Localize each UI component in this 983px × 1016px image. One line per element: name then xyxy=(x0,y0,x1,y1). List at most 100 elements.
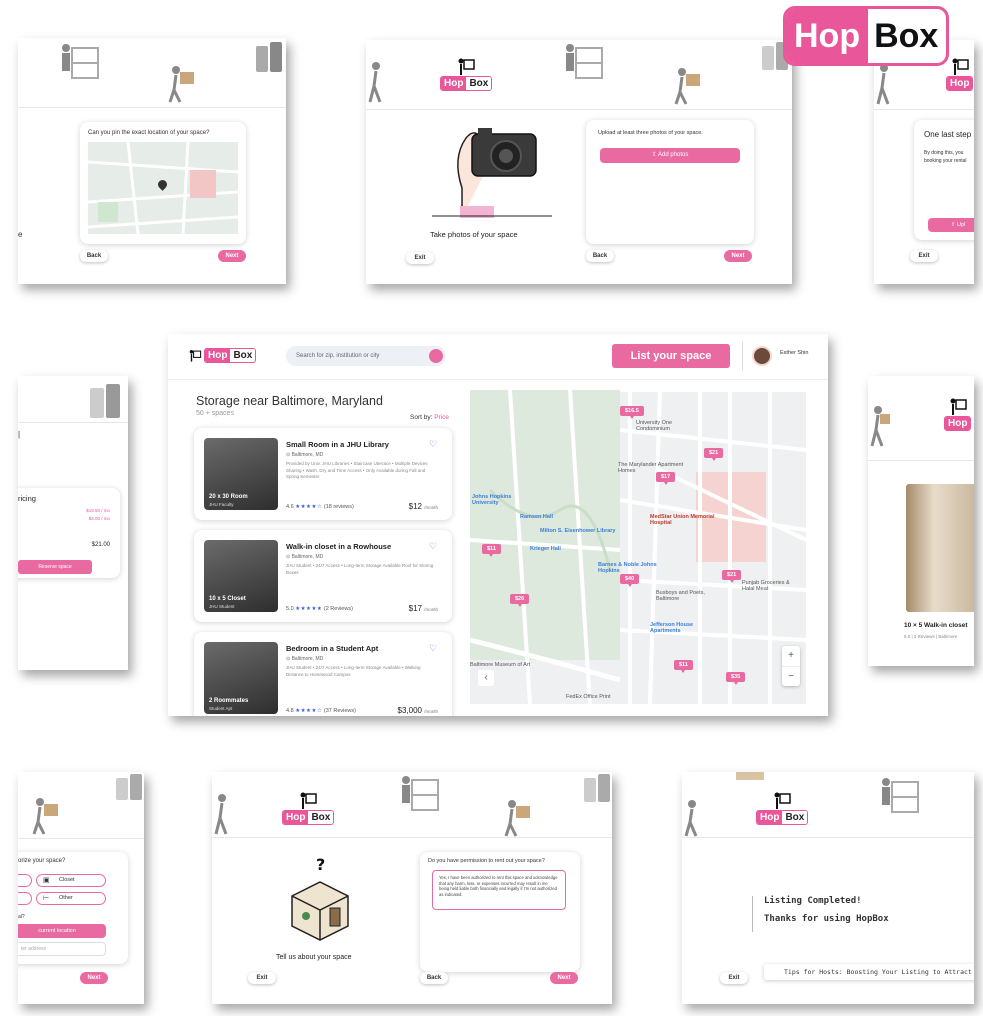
map-label-krieger: Krieger Hall xyxy=(530,546,561,552)
map-label-jhu: Johns Hopkins University xyxy=(472,494,512,506)
favorite-heart-icon[interactable]: ♡ xyxy=(429,542,438,551)
back-button[interactable]: Back xyxy=(586,250,614,262)
header-divider xyxy=(18,838,144,839)
hopbox-mini-logo: Hop Box xyxy=(756,792,809,825)
hopbox-brand-logo: Hop Box xyxy=(783,6,949,66)
back-button[interactable]: Back xyxy=(420,972,448,984)
listing-location: ⊙ Baltimore, MD xyxy=(286,656,323,662)
listing-photo-caption: 10 x 5 Closet xyxy=(209,596,246,602)
side-fragment: | xyxy=(18,430,21,439)
results-map[interactable]: Johns Hopkins University Ramsen Hall Mil… xyxy=(470,390,806,704)
option-closet[interactable]: ▣ Closet xyxy=(36,874,106,887)
reserve-space-button[interactable]: Reserve space xyxy=(18,560,92,574)
logo-box: Box xyxy=(308,811,334,824)
tips-link-label: Tips for Hosts: Boosting Your Listing to… xyxy=(784,968,974,976)
map-price-pin[interactable]: $21 xyxy=(722,570,742,583)
map-label-museum: Baltimore Museum of Art xyxy=(470,662,531,668)
rating-stars: ★★★★☆ xyxy=(295,708,323,714)
favorite-heart-icon[interactable]: ♡ xyxy=(429,440,438,449)
listing-title: Small Room in a JHU Library xyxy=(286,440,389,449)
screen-header xyxy=(18,38,286,108)
option-other[interactable]: ⊢ Other xyxy=(36,892,106,905)
map-price-pin[interactable]: $11 xyxy=(482,544,501,557)
listing-rating: 4.6 ★★★★☆ (18 reviews) xyxy=(286,504,354,510)
top-nav: Hop Box Search for zip, institution or ci… xyxy=(168,334,828,380)
permission-caption: Tell us about your space xyxy=(276,954,352,961)
box-person-icon xyxy=(300,792,317,809)
other-icon: ⊢ xyxy=(43,895,50,902)
luggage-icon xyxy=(90,384,120,418)
map-price-pin[interactable]: $11 xyxy=(674,660,693,673)
use-current-location-button[interactable]: current location xyxy=(18,924,106,938)
listing-location-text: Baltimore, MD xyxy=(291,656,324,662)
camera-hand-illustration xyxy=(432,128,552,218)
completed-title: Listing Completed! xyxy=(764,896,862,906)
listing-photo-caption: 2 Roommates xyxy=(209,698,249,704)
listing-card[interactable]: 10 x 5 Closet JHU Student Walk-in closet i… xyxy=(194,530,452,622)
exit-button[interactable]: Exit xyxy=(248,972,276,984)
next-button[interactable]: Next xyxy=(724,250,752,262)
exit-button[interactable]: Exit xyxy=(406,252,434,264)
map-prev-arrow-icon[interactable]: ‹ xyxy=(478,670,494,686)
add-photos-button[interactable]: ⇪ Add photos xyxy=(600,148,740,163)
map-price-pin[interactable]: $26 xyxy=(510,594,530,607)
zoom-out-button[interactable]: − xyxy=(782,666,800,686)
listing-photo: 20 x 30 Room JHU Faculty xyxy=(204,438,278,510)
list-your-space-button[interactable]: List your space xyxy=(612,344,730,368)
screen-photos: Hop Box Take photos of your space Upload … xyxy=(366,40,792,284)
permission-answer-option[interactable]: Yes, I have been authorized to rent this… xyxy=(432,870,566,910)
add-photos-label: Add photos xyxy=(658,152,689,158)
hopbox-mini-logo: Hop xyxy=(944,398,972,431)
mover-icon xyxy=(504,800,530,837)
next-button[interactable]: Next xyxy=(218,250,246,262)
last-step-line1: By doing this, you xyxy=(924,150,964,156)
logo-box: Box xyxy=(230,349,256,362)
search-input[interactable]: Search for zip, institution or city xyxy=(286,346,446,366)
mover-icon xyxy=(168,66,194,103)
screen-closet-detail: Hop 10 × 5 Walk-in closet 5.0 | 2 Review… xyxy=(868,376,974,666)
permission-answer-text: Yes, I have been authorized to rent this… xyxy=(439,875,558,897)
nav-logo[interactable]: Hop Box xyxy=(188,348,257,363)
exit-button[interactable]: Exit xyxy=(720,972,748,984)
listing-location: ⊙ Baltimore, MD xyxy=(286,554,323,560)
box-stack-icon xyxy=(736,772,764,780)
upload-button[interactable]: ⇪ Upl xyxy=(928,218,974,232)
option-blank[interactable] xyxy=(18,892,32,905)
listing-card[interactable]: 2 Roommates Student Apt Bedroom in a Stude… xyxy=(194,632,452,716)
logo-hop: Hop xyxy=(945,417,971,430)
address-input[interactable]: ter address xyxy=(18,942,106,956)
map-price-pin[interactable]: $40 xyxy=(620,574,640,587)
tips-link[interactable]: Tips for Hosts: Boosting Your Listing to… xyxy=(764,964,974,980)
mover-icon xyxy=(870,406,890,447)
next-button[interactable]: Next xyxy=(550,972,578,984)
map-price-pin[interactable]: $17 xyxy=(656,472,676,485)
exit-button[interactable]: Exit xyxy=(910,250,938,262)
listing-location: ⊙ Baltimore, MD xyxy=(286,452,323,458)
listing-card[interactable]: 20 x 30 Room JHU Faculty Small Room in a J… xyxy=(194,428,452,520)
back-button[interactable]: Back xyxy=(80,250,108,262)
map-price-pin[interactable]: $16.5 xyxy=(620,406,644,419)
listing-price: $3,000 /month xyxy=(398,706,438,715)
zoom-in-button[interactable]: + xyxy=(782,646,800,666)
collage-stage: Hop Box Can you pin the exact location o… xyxy=(0,0,983,1016)
hopbox-mini-logo: Hop Box xyxy=(440,58,493,91)
user-avatar[interactable] xyxy=(752,346,772,366)
favorite-heart-icon[interactable]: ♡ xyxy=(429,644,438,653)
photos-caption: Take photos of your space xyxy=(430,230,518,239)
next-button[interactable]: Next xyxy=(80,972,108,984)
pin-map[interactable] xyxy=(88,142,238,234)
pricing-row-2: $4.00 / mo xyxy=(88,516,110,521)
option-unknown[interactable] xyxy=(18,874,32,887)
box-person-icon xyxy=(952,58,969,75)
map-price-pin[interactable]: $21 xyxy=(704,448,724,461)
search-icon[interactable] xyxy=(429,349,443,363)
sort-control[interactable]: Sort by: Price xyxy=(410,414,449,421)
listing-photo-subcaption: JHU Faculty xyxy=(209,502,234,507)
price-value: $12 xyxy=(408,502,422,511)
map-price-pin[interactable]: $35 xyxy=(726,672,746,685)
listing-description: JHU Student • 24/7 Access • Long-term St… xyxy=(286,563,434,575)
logo-box: Box xyxy=(466,77,492,90)
box-person-icon xyxy=(458,58,475,75)
rating-value: 4.8 xyxy=(286,708,294,714)
box-person-icon xyxy=(774,792,791,809)
